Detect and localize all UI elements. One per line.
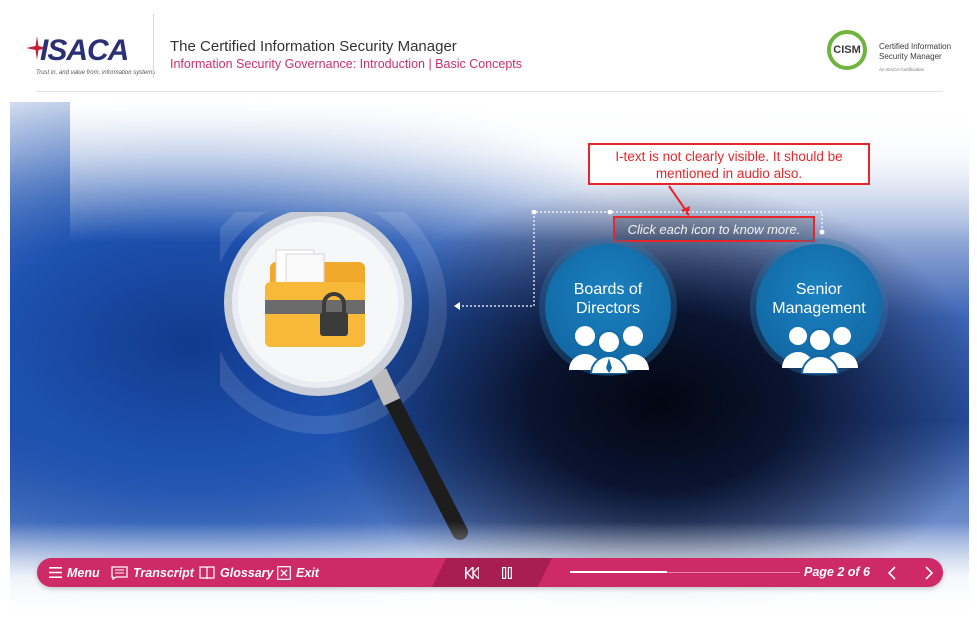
next-page-button[interactable]: [924, 558, 939, 587]
transcript-icon: [111, 565, 128, 580]
senior-management-label: Senior Management: [756, 280, 882, 318]
logo-wordmark: ISACA: [40, 34, 129, 67]
menu-label: Menu: [67, 565, 100, 580]
previous-page-button[interactable]: [887, 558, 902, 587]
chevron-left-icon: [887, 565, 896, 580]
cism-badge-text: CISM: [833, 44, 861, 56]
exit-button[interactable]: Exit: [277, 558, 319, 587]
hamburger-icon: [49, 567, 62, 578]
glossary-label: Glossary: [220, 565, 274, 580]
header-rule: [36, 91, 943, 92]
chevron-right-icon: [925, 565, 934, 580]
progress-fill: [570, 571, 667, 573]
instruction-box: Click each icon to know more.: [613, 216, 815, 242]
boards-label-line-1: Boards of: [573, 281, 643, 298]
cism-line-1: Certified Information: [879, 42, 952, 51]
pause-button[interactable]: [502, 558, 517, 587]
instruction-text: Click each icon to know more.: [627, 222, 801, 237]
course-title: The Certified Information Security Manag…: [170, 38, 457, 55]
playback-controls-bg: [432, 558, 552, 587]
logo-tagline: Trust in, and value from, information sy…: [36, 70, 156, 76]
senior-label-line-1: Senior: [795, 281, 843, 298]
book-icon: [199, 565, 215, 579]
rewind-button[interactable]: [465, 558, 484, 587]
page-indicator: Page 2 of 6: [804, 565, 870, 579]
rewind-icon: [465, 566, 479, 579]
transcript-button[interactable]: Transcript: [111, 558, 194, 587]
group-of-people-icon: [782, 327, 858, 374]
cism-line-2: Security Manager: [879, 52, 942, 61]
boards-of-directors-button[interactable]: Boards of Directors: [545, 244, 671, 374]
exit-label: Exit: [296, 565, 319, 580]
senior-label-line-2: Management: [772, 300, 866, 317]
progress-track[interactable]: [570, 571, 800, 573]
menu-button[interactable]: Menu: [49, 558, 100, 587]
close-icon: [277, 565, 291, 580]
cism-line-3: An ISACA Certification: [879, 67, 925, 72]
group-of-people-icon: [569, 326, 649, 374]
cism-logo: CISM Certified Information Security Mana…: [827, 30, 957, 80]
course-subtitle: Information Security Governance: Introdu…: [170, 57, 523, 71]
content-stage: I-text is not clearly visible. It should…: [10, 102, 969, 615]
isaca-logo: ISACA Trust in, and value from, informat…: [26, 30, 155, 80]
senior-management-button[interactable]: Senior Management: [756, 244, 882, 374]
glossary-button[interactable]: Glossary: [199, 558, 274, 587]
header: ISACA Trust in, and value from, informat…: [10, 10, 969, 92]
boards-label-line-2: Directors: [575, 300, 640, 317]
boards-of-directors-label: Boards of Directors: [545, 280, 671, 318]
player-nav-bar: Menu Transcript Glossary Exit Page 2 of …: [37, 558, 943, 587]
header-divider: [153, 14, 154, 78]
review-feedback-note: I-text is not clearly visible. It should…: [588, 143, 870, 185]
course-frame: ISACA Trust in, and value from, informat…: [10, 10, 969, 615]
pause-icon: [502, 566, 512, 579]
cism-badge: CISM: [827, 30, 867, 70]
transcript-label: Transcript: [133, 565, 194, 580]
